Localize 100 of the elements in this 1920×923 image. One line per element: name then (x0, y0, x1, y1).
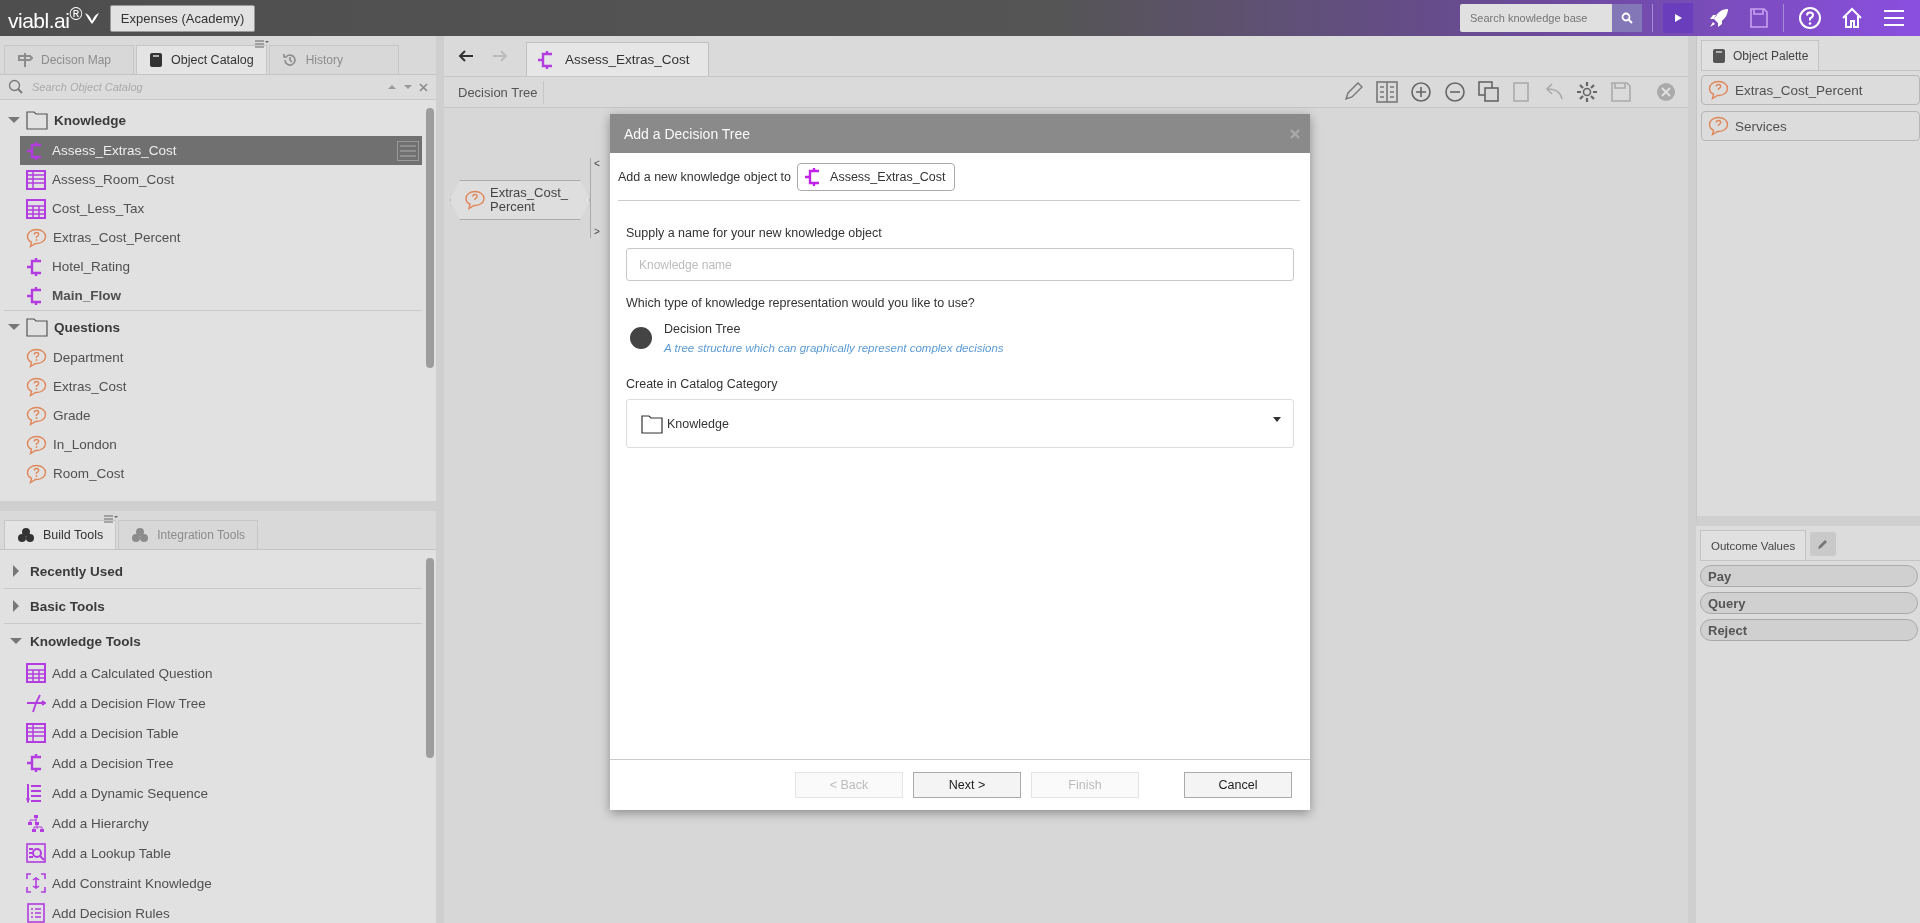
pencil-icon[interactable] (1342, 81, 1364, 103)
field-label: Which type of knowledge representation would you like to use? (626, 296, 976, 310)
close-icon[interactable] (1656, 82, 1676, 102)
field-label: Create in Catalog Category (626, 377, 779, 391)
table-icon (26, 169, 46, 190)
option-label: Decision Tree (664, 322, 742, 336)
caret-icon (10, 565, 22, 577)
panel-tab[interactable]: Outcome Values (1700, 530, 1807, 560)
caret-icon (10, 635, 22, 647)
logo: viabl.ai$^{®}$ (8, 3, 82, 33)
history-icon (281, 52, 298, 68)
question-bubble-icon (464, 190, 486, 210)
question-node[interactable]: Extras_Cost_ Percent (450, 180, 591, 220)
back-arrow-icon[interactable] (458, 49, 474, 63)
clipboard-icon[interactable] (1512, 81, 1530, 103)
catalog-item[interactable]: Cost_Less_Tax (20, 194, 422, 223)
grid-icon[interactable] (1376, 81, 1398, 103)
name-field[interactable]: Knowledge name (626, 248, 1294, 281)
question-bubble-icon (26, 227, 47, 248)
folder-label[interactable]: Knowledge (54, 112, 126, 128)
edit-button[interactable] (1810, 532, 1837, 556)
folder-icon (641, 413, 663, 434)
scrollbar-thumb[interactable] (426, 558, 434, 758)
home-icon[interactable] (1840, 6, 1864, 30)
search-field[interactable]: Search knowledge base (1460, 4, 1612, 32)
catalog-item[interactable]: Main_Flow (20, 281, 422, 310)
tool-item[interactable]: Add a Dynamic Sequence (20, 778, 422, 808)
calculator-icon (26, 198, 46, 219)
tool-group[interactable]: Basic Tools (4, 589, 422, 623)
panel-tab[interactable]: Build Tools (4, 520, 117, 549)
tool-item[interactable]: Add Decision Rules (20, 898, 422, 923)
tool-item[interactable]: Add a Decision Flow Tree (20, 688, 422, 718)
tab-menu-icon[interactable] (104, 515, 118, 524)
outcome-value[interactable]: Reject (1700, 619, 1918, 641)
play-button[interactable] (1663, 3, 1693, 33)
zoom-out-icon[interactable] (1444, 81, 1466, 103)
question-bubble-icon (26, 434, 47, 455)
tool-item[interactable]: Add a Decision Tree (20, 748, 422, 778)
catalog-item[interactable]: Extras_Cost (20, 372, 422, 401)
dialog-button[interactable]: Next > (913, 772, 1021, 798)
question-bubble-icon (26, 347, 47, 368)
catalog-item[interactable]: Assess_Room_Cost (20, 165, 422, 194)
tool-item[interactable]: Add a Calculated Question (20, 658, 422, 688)
tool-group[interactable]: Recently Used (4, 554, 422, 588)
pencil-icon (1817, 538, 1830, 550)
help-icon[interactable] (1798, 6, 1822, 30)
outcome-value[interactable]: Query (1700, 592, 1918, 614)
catalog-item[interactable]: Assess_Extras_Cost (20, 136, 422, 165)
tool-item[interactable]: Add a Hierarchy (20, 808, 422, 838)
question-bubble-icon (1708, 80, 1729, 100)
caret-icon[interactable] (8, 322, 20, 332)
search-button[interactable] (1612, 4, 1642, 32)
editor-tab[interactable]: Assess_Extras_Cost (526, 42, 709, 76)
zoom-in-icon[interactable] (1410, 81, 1432, 103)
caret-icon[interactable] (8, 115, 20, 125)
branch-icon (26, 693, 46, 713)
catalog-item[interactable]: Hotel_Rating (20, 252, 422, 281)
tool-item[interactable]: Add a Lookup Table (20, 838, 422, 868)
tool-item[interactable]: Add Constraint Knowledge (20, 868, 422, 898)
panel-tab[interactable]: Object Catalog (136, 45, 267, 74)
project-button[interactable]: Expenses (Academy) (109, 4, 256, 32)
catalog-item[interactable]: In_London (20, 430, 422, 459)
search-icon (1621, 12, 1633, 24)
question-bubble-icon (26, 376, 47, 397)
up-icon[interactable] (387, 83, 397, 91)
branch-marker[interactable]: < (594, 158, 600, 170)
panel-tab[interactable]: Object Palette (1701, 40, 1820, 70)
option-description: A tree structure which can graphically represent complex decisions (664, 342, 1004, 354)
folder-icon (26, 317, 48, 337)
tab-menu-icon[interactable] (255, 40, 269, 49)
scrollbar-thumb[interactable] (426, 108, 434, 368)
catalog-item[interactable]: Extras_Cost_Percent (20, 223, 422, 252)
palette-item[interactable]: Extras_Cost_Percent (1701, 75, 1920, 105)
target-chip: Assess_Extras_Cost (797, 162, 956, 191)
tool-item[interactable]: Add a Decision Table (20, 718, 422, 748)
rocket-icon[interactable] (1707, 6, 1731, 30)
blocks-icon (17, 527, 35, 543)
tool-group[interactable]: Knowledge Tools (4, 624, 422, 658)
category-dropdown[interactable]: Knowledge (626, 399, 1294, 448)
caret-icon (10, 600, 22, 612)
copy-icon[interactable] (1478, 81, 1500, 103)
question-bubble-icon (1708, 116, 1729, 136)
folder-label[interactable]: Questions (54, 319, 120, 335)
blocks-icon (131, 527, 150, 543)
outcome-value[interactable]: Pay (1700, 565, 1918, 587)
catalog-item[interactable]: Department (20, 343, 422, 372)
down-icon[interactable] (403, 83, 413, 91)
radio-button[interactable] (630, 327, 652, 349)
save-icon[interactable] (1749, 7, 1769, 29)
dialog-title: Add a Decision Tree (624, 125, 751, 142)
branch-marker[interactable]: > (594, 226, 600, 238)
folder-icon (26, 110, 48, 130)
palette-item[interactable]: Services (1701, 111, 1920, 141)
settings-icon[interactable] (1576, 81, 1598, 103)
question-bubble-icon (26, 405, 47, 426)
catalog-item[interactable]: Grade (20, 401, 422, 430)
catalog-item[interactable]: Room_Cost (20, 459, 422, 488)
view-tab[interactable]: Decision Tree (452, 80, 545, 104)
dialog-button[interactable]: Cancel (1184, 772, 1292, 798)
close-icon[interactable] (419, 82, 428, 92)
